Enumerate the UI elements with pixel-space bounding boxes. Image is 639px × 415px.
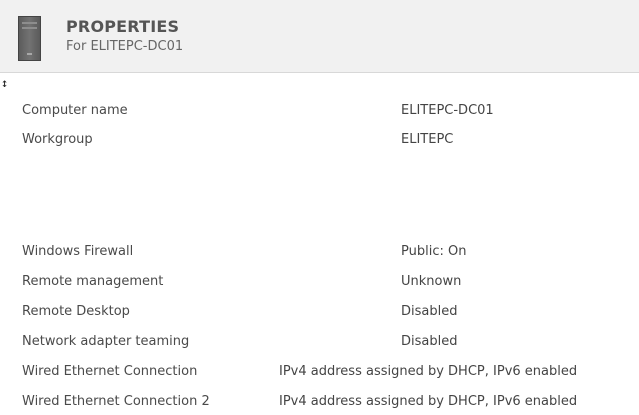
property-row-remote-desktop: Remote Desktop Disabled — [0, 301, 639, 323]
server-icon — [18, 16, 41, 61]
property-label: Wired Ethernet Connection 2 — [22, 394, 210, 409]
workgroup-link[interactable]: ELITEPC — [401, 129, 453, 151]
remote-desktop-link[interactable]: Disabled — [401, 301, 457, 323]
property-label: Remote management — [22, 274, 164, 289]
property-row-remote-management: Remote management Unknown — [0, 271, 639, 293]
windows-firewall-link[interactable]: Public: On — [401, 241, 466, 263]
property-row-windows-firewall: Windows Firewall Public: On — [0, 241, 639, 263]
computer-name-link[interactable]: ELITEPC-DC01 — [401, 100, 494, 122]
server-bay-line — [22, 27, 37, 29]
server-led — [27, 53, 32, 55]
property-label: Network adapter teaming — [22, 334, 190, 349]
properties-header: PROPERTIES For ELITEPC-DC01 — [0, 0, 639, 73]
property-label: Windows Firewall — [22, 244, 134, 259]
properties-title: PROPERTIES — [66, 17, 180, 36]
property-label: Workgroup — [22, 132, 93, 147]
server-properties-panel: PROPERTIES For ELITEPC-DC01 ↕ Computer n… — [0, 0, 639, 415]
property-label: Wired Ethernet Connection — [22, 364, 198, 379]
property-row-workgroup: Workgroup ELITEPC — [0, 129, 639, 151]
property-row-computer-name: Computer name ELITEPC-DC01 — [0, 100, 639, 122]
nic-teaming-link[interactable]: Disabled — [401, 331, 457, 353]
wired-ethernet-link[interactable]: IPv4 address assigned by DHCP, IPv6 enab… — [279, 361, 577, 383]
remote-management-link[interactable]: Unknown — [401, 271, 461, 293]
resize-cursor-icon: ↕ — [1, 76, 9, 90]
wired-ethernet-2-link[interactable]: IPv4 address assigned by DHCP, IPv6 enab… — [279, 391, 577, 413]
server-bay-line — [22, 22, 37, 24]
property-row-wired-ethernet-2: Wired Ethernet Connection 2 IPv4 address… — [0, 391, 639, 413]
property-row-wired-ethernet: Wired Ethernet Connection IPv4 address a… — [0, 361, 639, 383]
property-row-nic-teaming: Network adapter teaming Disabled — [0, 331, 639, 353]
properties-subtitle: For ELITEPC-DC01 — [66, 39, 184, 54]
property-label: Remote Desktop — [22, 304, 130, 319]
property-label: Computer name — [22, 103, 128, 118]
